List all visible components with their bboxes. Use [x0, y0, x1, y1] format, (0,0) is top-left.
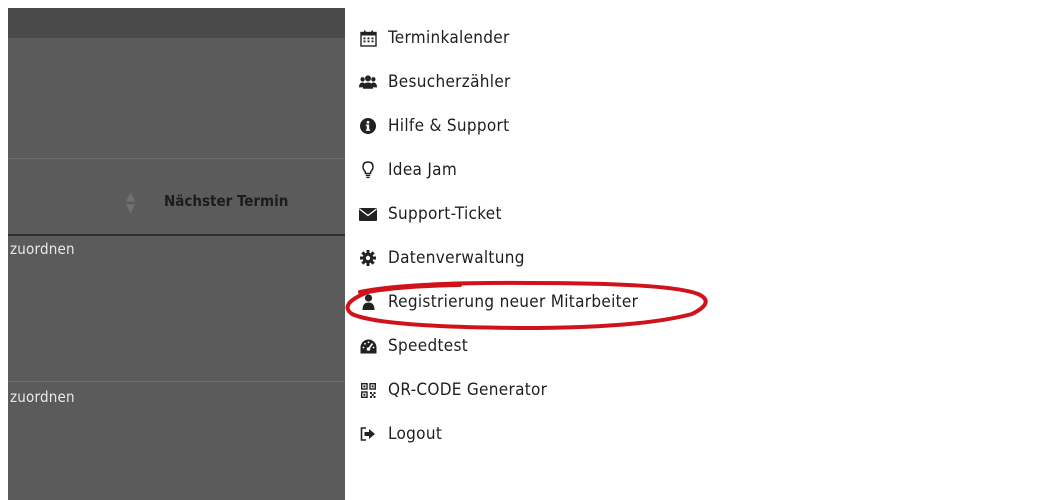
menu-item-label: Idea Jam [388, 160, 458, 180]
envelope-icon [359, 205, 377, 223]
qrcode-icon [359, 381, 377, 399]
users-icon [359, 73, 377, 91]
menu-item-label: QR-CODE Generator [388, 380, 548, 400]
logout-icon [359, 425, 377, 443]
user-icon [359, 293, 377, 311]
menu-item-label: Datenverwaltung [388, 248, 525, 268]
info-icon [359, 117, 377, 135]
speedometer-icon [359, 337, 377, 355]
menu-item-label: Hilfe & Support [388, 116, 510, 136]
menu-item-support-ticket[interactable]: Support-Ticket [345, 192, 1042, 236]
divider [8, 158, 345, 159]
menu-item-label: Logout [388, 424, 443, 444]
divider [8, 381, 345, 382]
menu-item-label: Speedtest [388, 336, 469, 356]
menu-item-hilfe-support[interactable]: Hilfe & Support [345, 104, 1042, 148]
menu-item-qr-code-generator[interactable]: QR-CODE Generator [345, 368, 1042, 412]
menu-item-label: Terminkalender [388, 28, 510, 48]
assign-link[interactable]: zuordnen [10, 240, 75, 258]
divider [8, 234, 345, 236]
lightbulb-icon [359, 161, 377, 179]
menu-item-speedtest[interactable]: Speedtest [345, 324, 1042, 368]
menu-item-registrierung-neuer-mitarbeiter[interactable]: Registrierung neuer Mitarbeiter [345, 280, 1042, 324]
menu-item-label: Registrierung neuer Mitarbeiter [388, 292, 639, 312]
column-header-next-appointment: Nächster Termin [164, 192, 289, 210]
calendar-icon [359, 29, 377, 47]
sort-icon: ▲ ▼ [126, 189, 136, 215]
menu-item-besucherzaehler[interactable]: Besucherzähler [345, 60, 1042, 104]
menu-item-datenverwaltung[interactable]: Datenverwaltung [345, 236, 1042, 280]
menu-item-logout[interactable]: Logout [345, 412, 1042, 456]
menu-item-idea-jam[interactable]: Idea Jam [345, 148, 1042, 192]
menu-item-terminkalender[interactable]: Terminkalender [345, 16, 1042, 60]
user-menu: Terminkalender Besucherzähler Hilfe & Su… [345, 8, 1042, 500]
gear-icon [359, 249, 377, 267]
menu-item-label: Besucherzähler [388, 72, 511, 92]
assign-link[interactable]: zuordnen [10, 388, 75, 406]
menu-item-label: Support-Ticket [388, 204, 502, 224]
